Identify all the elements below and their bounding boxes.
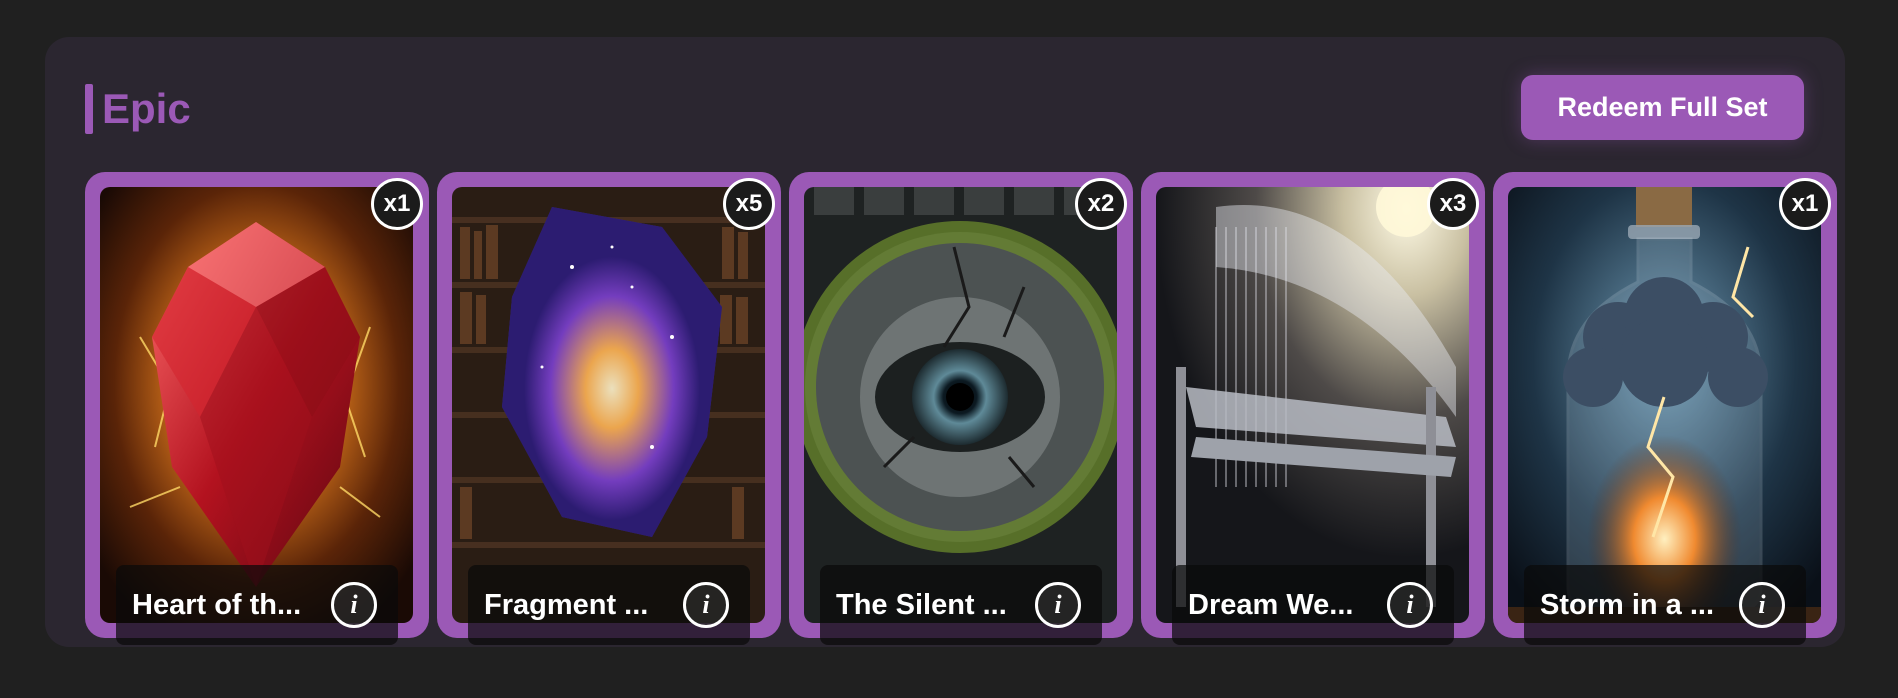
quantity-badge: x1 — [371, 178, 423, 230]
dream-loom-icon — [1156, 187, 1469, 623]
card-name-plate: The Silent ... i — [820, 565, 1102, 645]
card-name: Heart of th... — [132, 589, 302, 621]
section-accent-bar — [85, 84, 93, 134]
card-silent[interactable]: x2 The Silent ... i — [789, 172, 1133, 645]
card-dream[interactable]: x3 Dream We... i — [1141, 172, 1485, 645]
info-icon[interactable]: i — [331, 582, 377, 628]
quantity-badge: x1 — [1779, 178, 1831, 230]
info-icon[interactable]: i — [683, 582, 729, 628]
cosmic-crystal-fragment-icon — [452, 187, 765, 623]
card-name: Dream We... — [1188, 589, 1354, 621]
card-storm[interactable]: x1 Storm in a ... i — [1493, 172, 1837, 645]
card-heart[interactable]: x1 Heart of th... i — [85, 172, 429, 645]
card-name: Storm in a ... — [1540, 589, 1715, 621]
stone-eye-icon — [804, 187, 1117, 623]
quantity-badge: x3 — [1427, 178, 1479, 230]
epic-section-panel: Epic Redeem Full Set x1 Heart of th... i… — [45, 37, 1845, 647]
section-title: Epic — [102, 85, 191, 132]
info-icon[interactable]: i — [1739, 582, 1785, 628]
card-name: The Silent ... — [836, 589, 1007, 621]
redeem-full-set-button[interactable]: Redeem Full Set — [1521, 75, 1804, 140]
card-fragment[interactable]: x5 Fragment ... i — [437, 172, 781, 645]
storm-bottle-icon — [1508, 187, 1821, 623]
info-icon[interactable]: i — [1387, 582, 1433, 628]
quantity-badge: x5 — [723, 178, 775, 230]
ruby-heart-crystal-icon — [100, 187, 413, 623]
card-name-plate: Storm in a ... i — [1524, 565, 1806, 645]
info-icon[interactable]: i — [1035, 582, 1081, 628]
card-name-plate: Heart of th... i — [116, 565, 398, 645]
card-name-plate: Dream We... i — [1172, 565, 1454, 645]
card-name-plate: Fragment ... i — [468, 565, 750, 645]
card-name: Fragment ... — [484, 589, 649, 621]
quantity-badge: x2 — [1075, 178, 1127, 230]
